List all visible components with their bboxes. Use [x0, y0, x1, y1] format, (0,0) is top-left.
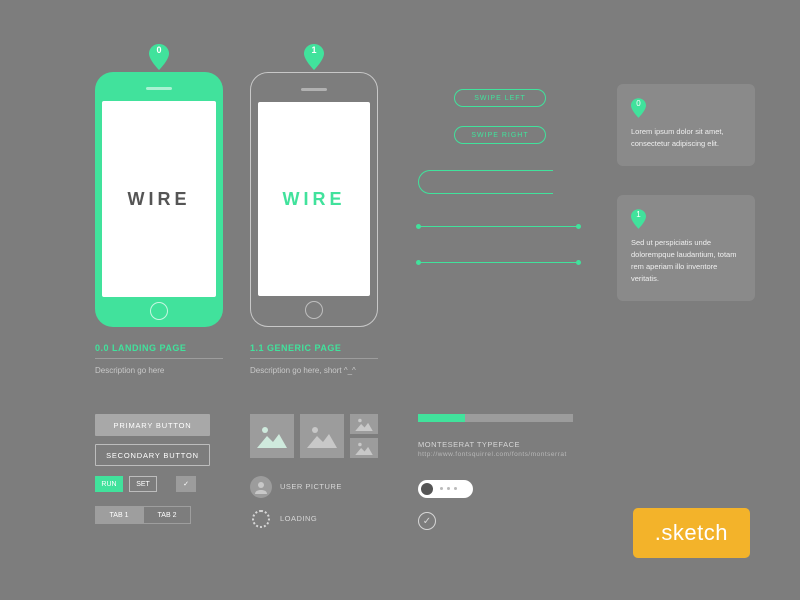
checkbox-checked[interactable]: ✓ — [176, 476, 196, 492]
phone-screen: WIRE — [258, 102, 370, 296]
endpoint-dot — [416, 224, 421, 229]
page-description: Description go here, short ^_^ — [250, 366, 356, 375]
map-pin-icon: 1 — [304, 44, 324, 64]
button-label: SECONDARY BUTTON — [106, 451, 199, 460]
pill-label: SWIPE RIGHT — [471, 132, 528, 139]
image-placeholder-small — [350, 414, 378, 434]
page-label: 0.0 LANDING PAGE — [95, 343, 186, 353]
tab-1[interactable]: TAB 1 — [95, 506, 143, 524]
button-label: RUN — [101, 481, 116, 488]
page-description: Description go here — [95, 366, 164, 375]
primary-button[interactable]: PRIMARY BUTTON — [95, 414, 210, 436]
button-label: SET — [136, 481, 150, 488]
sketch-badge: .sketch — [633, 508, 750, 558]
image-placeholder — [250, 414, 294, 458]
pin-number: 1 — [631, 209, 646, 222]
endpoint-dot — [416, 260, 421, 265]
phone-mockup-landing: WIRE — [95, 72, 223, 327]
annotation-text: Sed ut perspiciatis unde dolorempque lau… — [631, 237, 741, 285]
annotation-card: 1 Sed ut perspiciatis unde dolorempque l… — [617, 195, 755, 301]
swipe-left-pill: SWIPE LEFT — [454, 89, 546, 107]
annotation-card: 0 Lorem ipsum dolor sit amet, consectetu… — [617, 84, 755, 166]
page-label: 1.1 GENERIC PAGE — [250, 343, 341, 353]
gesture-line — [418, 262, 578, 263]
check-circle-icon: ✓ — [418, 512, 436, 530]
home-button-icon — [305, 301, 323, 319]
phone-speaker — [146, 87, 172, 90]
pill-label: SWIPE LEFT — [474, 95, 526, 102]
divider — [95, 358, 223, 359]
map-pin-icon: 1 — [631, 209, 646, 231]
toggle-dots — [440, 487, 457, 490]
loading-label: LOADING — [280, 514, 317, 523]
tab-label: TAB 2 — [158, 512, 177, 519]
annotation-text: Lorem ipsum dolor sit amet, consectetur … — [631, 126, 741, 150]
phone-title: WIRE — [283, 189, 346, 210]
pin-number: 1 — [304, 45, 324, 55]
image-placeholder-small — [350, 438, 378, 458]
run-button[interactable]: RUN — [95, 476, 123, 492]
typeface-url: http://www.fontsquirrel.com/fonts/montse… — [418, 451, 567, 458]
pin-number: 0 — [631, 98, 646, 111]
user-avatar-icon — [250, 476, 272, 498]
tab-group: TAB 1 TAB 2 — [95, 506, 191, 524]
image-placeholder — [300, 414, 344, 458]
divider — [250, 358, 378, 359]
tab-2[interactable]: TAB 2 — [143, 506, 191, 524]
typeface-name: MONTESERAT TYPEFACE — [418, 440, 520, 449]
progress-fill — [418, 414, 465, 422]
loading-spinner-icon — [252, 510, 270, 528]
tab-label: TAB 1 — [110, 512, 129, 519]
badge-label: .sketch — [655, 520, 728, 545]
set-button[interactable]: SET — [129, 476, 157, 492]
map-pin-icon: 0 — [149, 44, 169, 64]
phone-title: WIRE — [128, 189, 191, 210]
pin-number: 0 — [149, 45, 169, 55]
endpoint-dot — [576, 224, 581, 229]
map-pin-icon: 0 — [631, 98, 646, 120]
typeface-info: MONTESERAT TYPEFACE http://www.fontsquir… — [418, 440, 567, 458]
user-picture-label: USER PICTURE — [280, 482, 342, 491]
phone-mockup-generic: WIRE — [250, 72, 378, 327]
secondary-button[interactable]: SECONDARY BUTTON — [95, 444, 210, 466]
swipe-right-pill: SWIPE RIGHT — [454, 126, 546, 144]
phone-speaker — [301, 88, 327, 91]
progress-bar — [418, 414, 573, 422]
gesture-line — [418, 226, 578, 227]
home-button-icon — [150, 302, 168, 320]
button-label: PRIMARY BUTTON — [114, 421, 192, 430]
gesture-guide — [418, 170, 553, 194]
toggle-switch[interactable] — [418, 480, 473, 498]
phone-screen: WIRE — [102, 101, 216, 297]
endpoint-dot — [576, 260, 581, 265]
